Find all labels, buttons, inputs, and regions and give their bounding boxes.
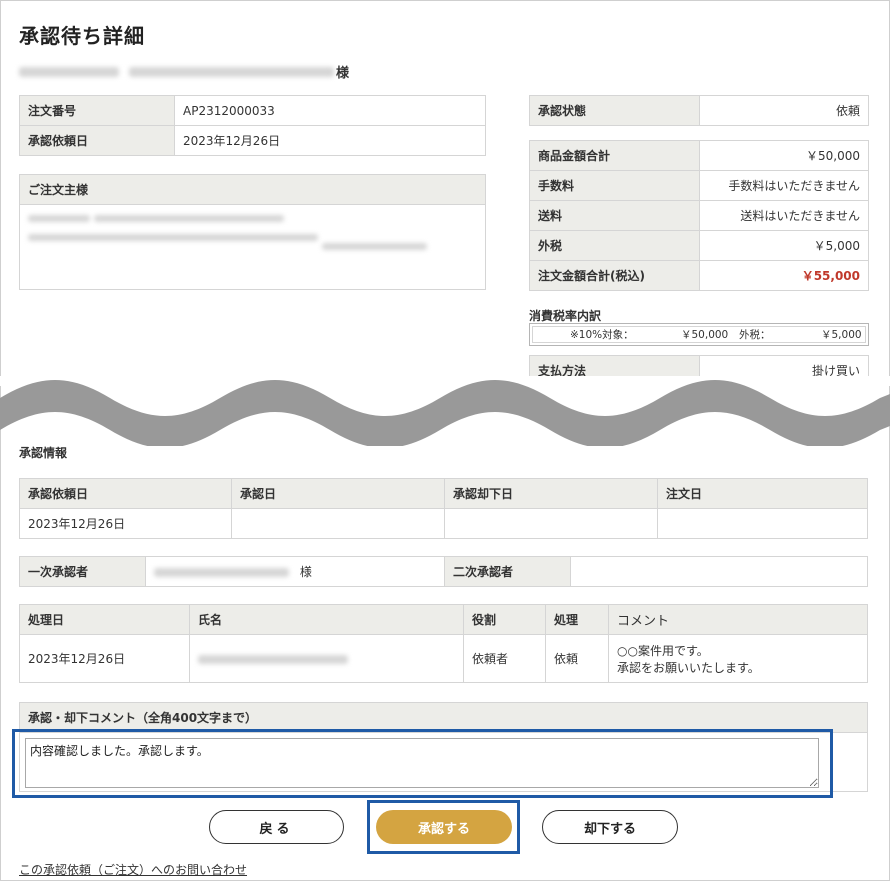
amount-label: 外税 xyxy=(529,230,700,261)
approve-highlight-frame xyxy=(367,800,520,854)
blurred-company xyxy=(28,234,318,241)
history-comment-line: 承認をお願いいたします。 xyxy=(617,660,760,675)
order-number-value: AP2312000033 xyxy=(174,95,486,126)
reject-button[interactable]: 却下する xyxy=(542,810,678,844)
tax-label: 外税： xyxy=(739,329,771,341)
column-header: 氏名 xyxy=(189,604,464,635)
table-row: 手数料 手数料はいただきません xyxy=(529,170,869,201)
column-header: 処理 xyxy=(545,604,609,635)
second-approver-label: 二次承認者 xyxy=(444,556,571,587)
column-header: 役割 xyxy=(463,604,546,635)
table-row: 商品金額合計 ￥50,000 xyxy=(529,140,869,171)
first-approver-cell: 様 xyxy=(145,556,445,587)
column-header: 承認日 xyxy=(231,478,445,509)
column-header: 承認却下日 xyxy=(444,478,658,509)
status-table: 承認状態 依頼 xyxy=(529,95,869,126)
column-header: コメント xyxy=(608,604,868,635)
amount-label: 送料 xyxy=(529,200,700,231)
first-approver-label: 一次承認者 xyxy=(19,556,146,587)
status-label: 承認状態 xyxy=(529,95,700,126)
tax-target-value: ￥50,000 xyxy=(681,329,729,341)
textarea-highlight-frame xyxy=(12,729,833,798)
table-row: 承認状態 依頼 xyxy=(529,95,869,126)
tax-target-label: ※10%対象： xyxy=(570,329,634,341)
customer-name: 様 xyxy=(19,62,349,81)
table-row: 外税 ￥5,000 xyxy=(529,230,869,261)
total-label: 注文金額合計(税込) xyxy=(529,260,700,291)
wave-separator xyxy=(0,376,890,446)
column-header: 処理日 xyxy=(19,604,190,635)
tax-breakdown-row: ※10%対象： ￥50,000 外税： ￥5,000 xyxy=(532,326,866,343)
blurred-customer-name xyxy=(129,66,334,77)
orderer-header: ご注文主様 xyxy=(20,175,485,205)
table-row: 2023年12月26日 依頼者 依頼 ○○案件用です。 承認をお願いいたします。 xyxy=(19,634,868,683)
blurred-postal xyxy=(28,215,90,222)
back-button[interactable]: 戻る xyxy=(209,810,344,844)
approval-info-title: 承認情報 xyxy=(19,446,68,460)
history-name xyxy=(189,634,464,683)
amount-value: 送料はいただきません xyxy=(699,200,869,231)
blurred-history-name xyxy=(198,654,348,664)
tax-value: ￥5,000 xyxy=(821,329,862,341)
blurred-company-name xyxy=(19,66,119,77)
amount-value: 手数料はいただきません xyxy=(699,170,869,201)
column-header: 注文日 xyxy=(657,478,868,509)
orderer-address xyxy=(20,205,485,263)
history-table: 処理日 氏名 役割 処理 コメント 2023年12月26日 依頼者 依頼 ○○案… xyxy=(19,604,868,683)
order-number-label: 注文番号 xyxy=(19,95,175,126)
request-date-value: 2023年12月26日 xyxy=(174,125,486,156)
order-summary-table: 注文番号 AP2312000033 承認依頼日 2023年12月26日 xyxy=(19,95,486,156)
table-row: 承認依頼日 承認日 承認却下日 注文日 xyxy=(19,478,868,509)
table-cell xyxy=(657,508,868,539)
status-value: 依頼 xyxy=(699,95,869,126)
orderer-box: ご注文主様 xyxy=(19,174,486,290)
amount-label: 商品金額合計 xyxy=(529,140,700,171)
table-row: 注文番号 AP2312000033 xyxy=(19,95,486,126)
table-cell: 2023年12月26日 xyxy=(19,508,232,539)
approvers-table: 一次承認者 様 二次承認者 xyxy=(19,556,868,587)
blurred-address xyxy=(93,215,284,222)
tax-breakdown-title: 消費税率内訳 xyxy=(529,309,602,323)
history-date: 2023年12月26日 xyxy=(19,634,190,683)
customer-suffix: 様 xyxy=(336,66,350,81)
table-cell xyxy=(444,508,658,539)
table-row: 一次承認者 様 二次承認者 xyxy=(19,556,868,587)
table-row: 処理日 氏名 役割 処理 コメント xyxy=(19,604,868,635)
table-row: 送料 送料はいただきません xyxy=(529,200,869,231)
table-row: 注文金額合計(税込) ￥55,000 xyxy=(529,260,869,291)
amount-value: ￥5,000 xyxy=(699,230,869,261)
blurred-phone xyxy=(321,243,427,250)
table-row: 承認依頼日 2023年12月26日 xyxy=(19,125,486,156)
table-row: 2023年12月26日 xyxy=(19,508,868,539)
history-action: 依頼 xyxy=(545,634,609,683)
blurred-approver-name xyxy=(154,568,289,577)
amounts-table: 商品金額合計 ￥50,000 手数料 手数料はいただきません 送料 送料はいただ… xyxy=(529,140,869,291)
second-approver-value xyxy=(570,556,868,587)
tax-breakdown-box: ※10%対象： ￥50,000 外税： ￥5,000 xyxy=(529,323,869,346)
table-cell xyxy=(231,508,445,539)
request-date-label: 承認依頼日 xyxy=(19,125,175,156)
amount-value: ￥50,000 xyxy=(699,140,869,171)
first-approver-suffix: 様 xyxy=(299,565,312,579)
history-comment: ○○案件用です。 承認をお願いいたします。 xyxy=(608,634,868,683)
contact-link[interactable]: この承認依頼（ご注文）へのお問い合わせ xyxy=(19,861,247,878)
approval-dates-table: 承認依頼日 承認日 承認却下日 注文日 2023年12月26日 xyxy=(19,478,868,539)
total-value: ￥55,000 xyxy=(699,260,869,291)
page-title: 承認待ち詳細 xyxy=(19,24,145,48)
column-header: 承認依頼日 xyxy=(19,478,232,509)
history-comment-line: ○○案件用です。 xyxy=(617,643,709,658)
amount-label: 手数料 xyxy=(529,170,700,201)
history-role: 依頼者 xyxy=(463,634,546,683)
